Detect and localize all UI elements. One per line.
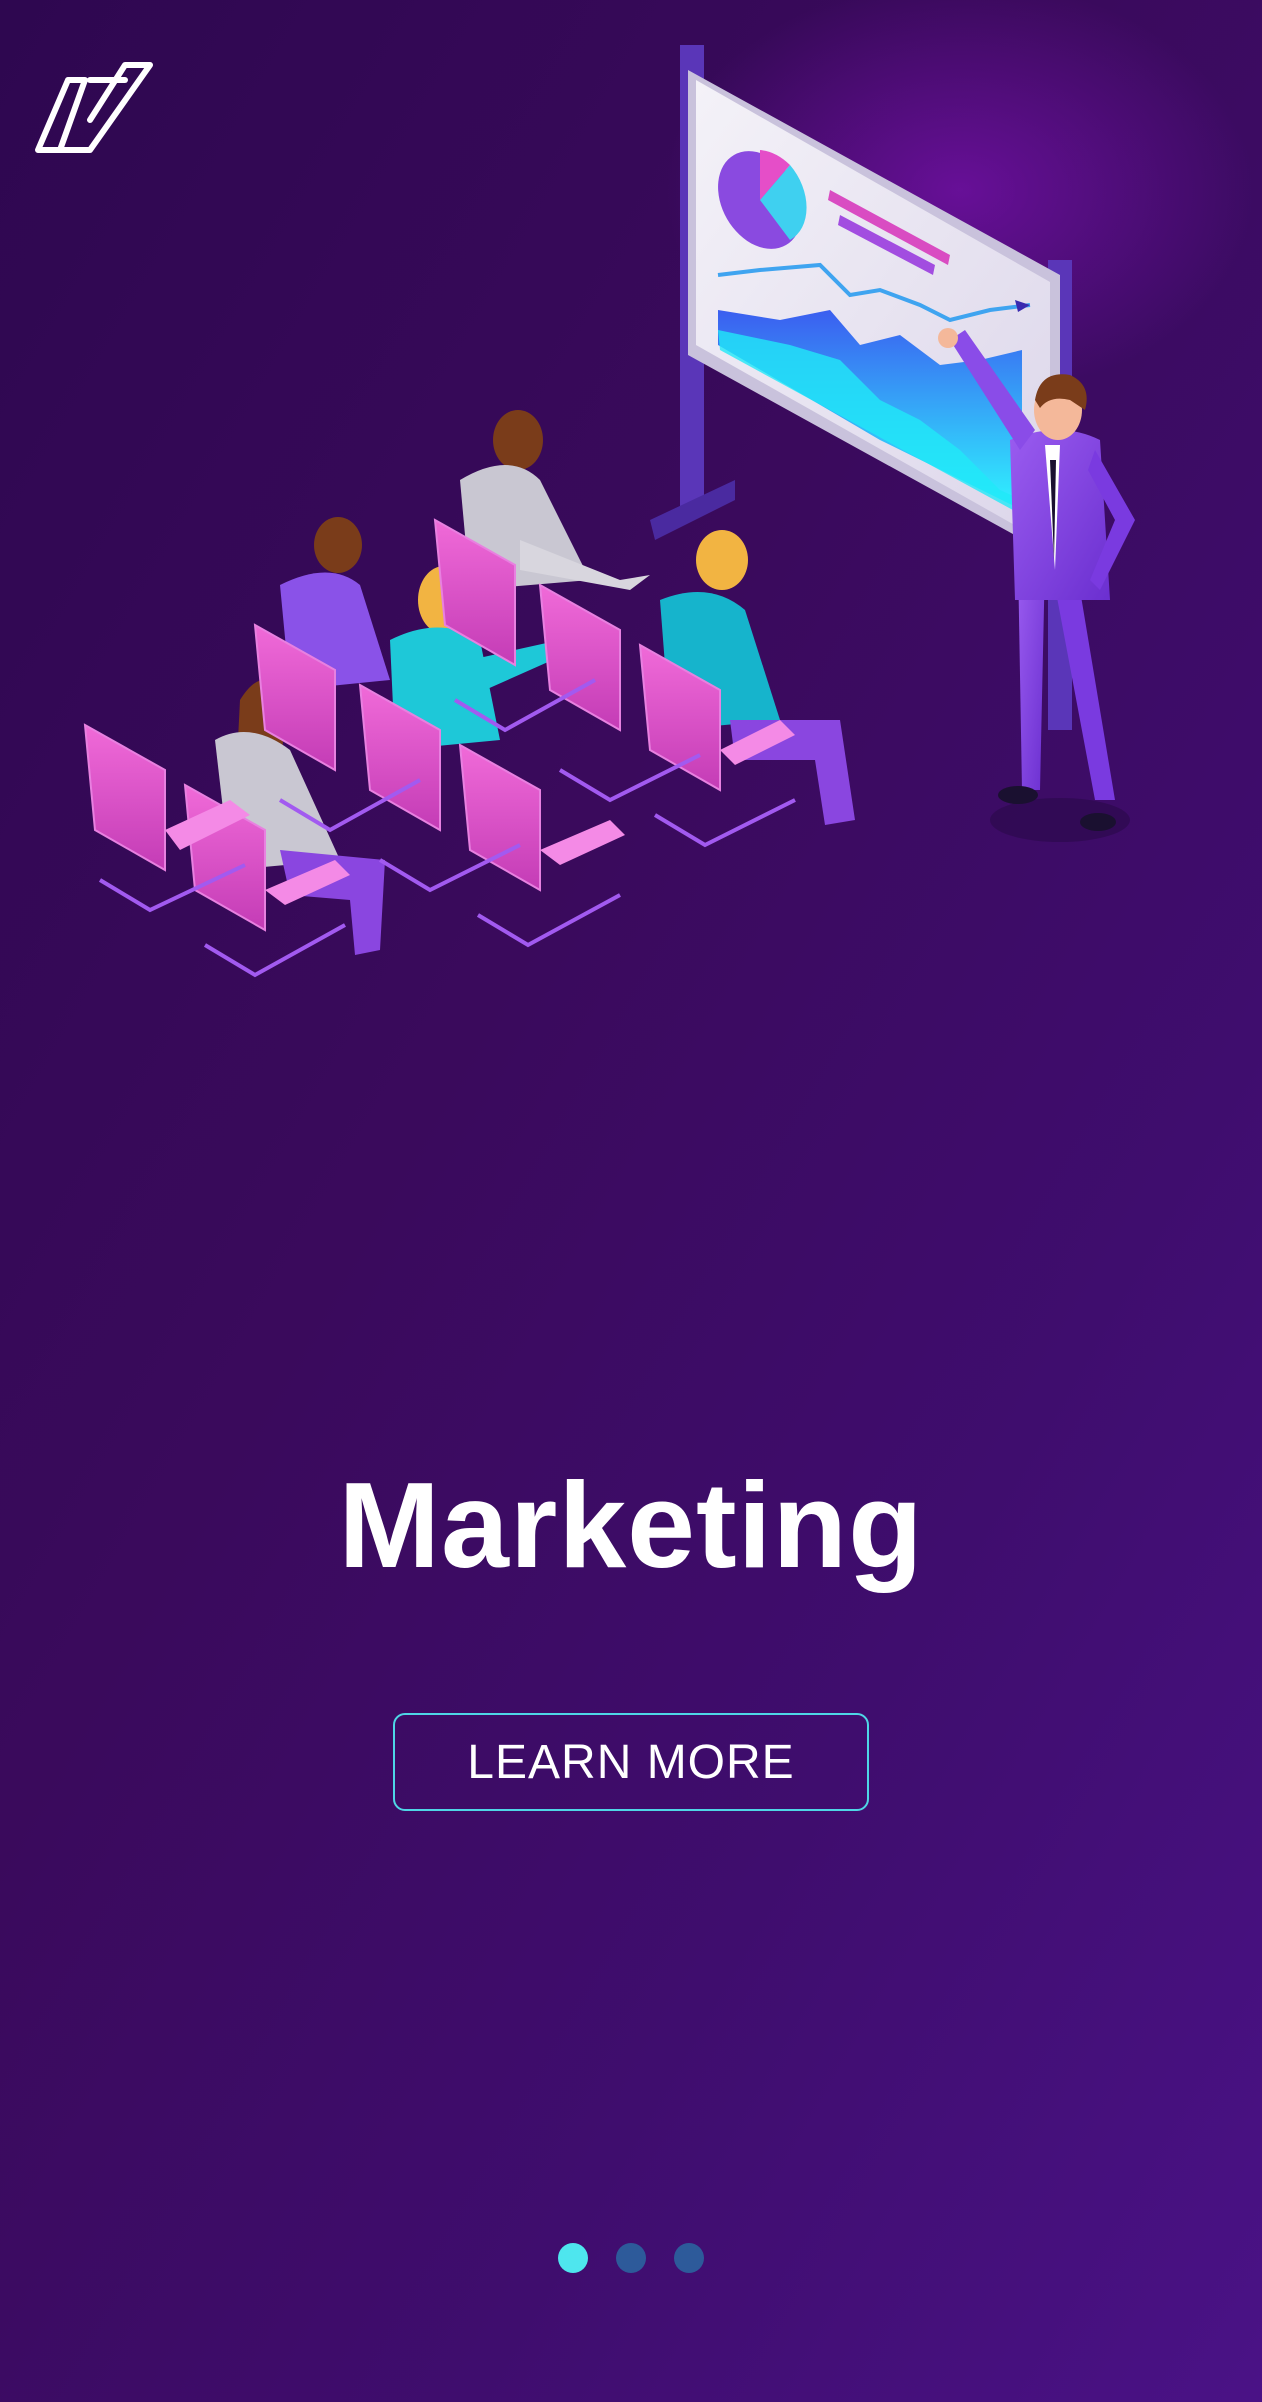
pagination-dot-2[interactable] <box>616 2243 646 2273</box>
pagination-dots <box>0 2243 1262 2273</box>
pagination-dot-3[interactable] <box>674 2243 704 2273</box>
audience-chairs <box>83 410 855 978</box>
learn-more-button[interactable]: LEARN MORE <box>393 1713 869 1811</box>
slide-title: Marketing <box>338 1457 924 1593</box>
pagination-dot-1[interactable] <box>558 2243 588 2273</box>
presentation-illustration <box>83 45 1135 978</box>
